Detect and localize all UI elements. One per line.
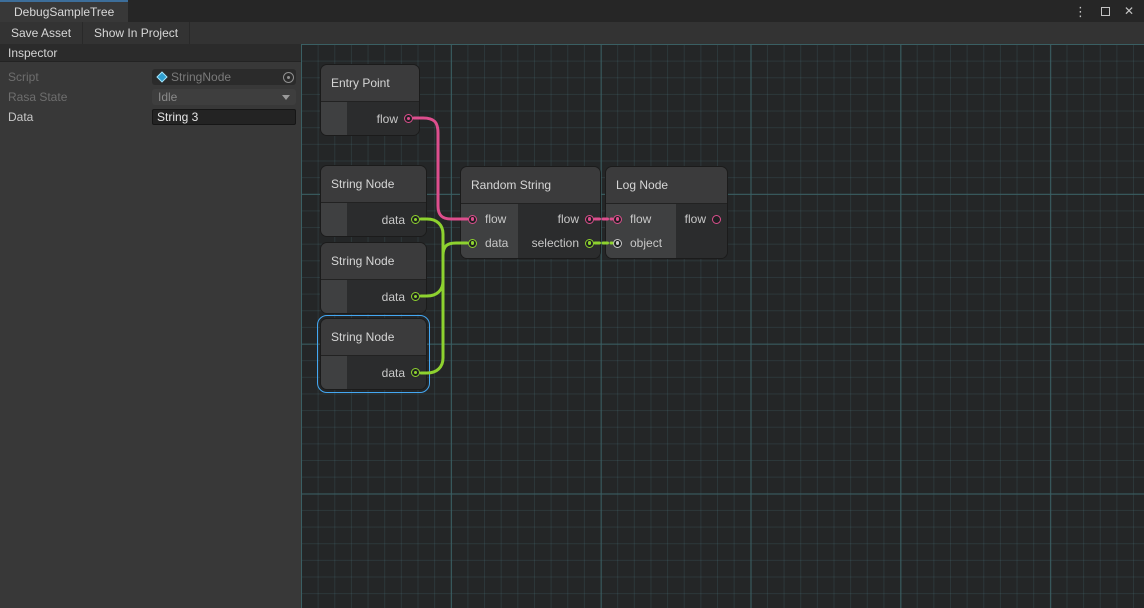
node-title: String Node	[321, 319, 426, 356]
script-object-field[interactable]: StringNode	[152, 69, 296, 85]
toolbar: Save Asset Show In Project	[0, 22, 1144, 44]
data-output-port[interactable]	[411, 215, 420, 224]
node-title: String Node	[321, 243, 426, 280]
rasa-state-row: Rasa State Idle	[0, 87, 301, 107]
node-output-container: data	[347, 203, 426, 236]
script-row: Script StringNode	[0, 67, 301, 87]
flow-input-port[interactable]	[468, 215, 477, 224]
flow-output-port-unconnected[interactable]	[712, 215, 721, 224]
edge-string3-to-random-data[interactable]	[421, 243, 467, 373]
selection-output-port[interactable]	[585, 239, 594, 248]
inspector-header: Inspector	[0, 44, 301, 62]
data-label: Data	[8, 110, 152, 124]
node-log[interactable]: Log Node flow object flow	[605, 166, 728, 259]
node-input-container	[321, 102, 347, 135]
node-title-text: String Node	[331, 330, 394, 344]
node-random-string[interactable]: Random String flow data flow	[460, 166, 601, 259]
flow-output-port[interactable]	[404, 114, 413, 123]
port-label: flow	[630, 212, 651, 226]
script-icon	[156, 71, 167, 82]
node-string-1[interactable]: String Node data	[320, 165, 427, 237]
graph-canvas[interactable]: Entry Point flow String Node data	[301, 44, 1144, 608]
port-label: data	[382, 366, 405, 380]
port-dot	[616, 217, 620, 221]
rasa-state-label: Rasa State	[8, 90, 152, 104]
data-output-port[interactable]	[411, 368, 420, 377]
node-output-container: flow	[676, 204, 727, 258]
node-input-container	[321, 356, 347, 389]
script-value: StringNode	[171, 70, 231, 84]
node-title: Random String	[461, 167, 600, 204]
kebab-menu-icon[interactable]: ⋮	[1074, 5, 1087, 18]
port-label: flow	[685, 212, 706, 226]
tab-debugsampletree[interactable]: DebugSampleTree	[0, 0, 128, 22]
port-dot	[616, 241, 620, 245]
data-row: Data	[0, 107, 301, 127]
rasa-state-value: Idle	[158, 90, 177, 104]
inspector-title: Inspector	[8, 46, 57, 60]
editor-window: DebugSampleTree ⋮ ✕ Save Asset Show In P…	[0, 0, 1144, 608]
script-label: Script	[8, 70, 152, 84]
port-label: flow	[558, 212, 579, 226]
object-input-port[interactable]	[613, 239, 622, 248]
tab-title: DebugSampleTree	[14, 5, 114, 19]
node-input-container	[321, 280, 347, 313]
port-label: data	[382, 213, 405, 227]
node-output-container: flow	[347, 102, 419, 135]
port-label: flow	[377, 112, 398, 126]
node-title-text: String Node	[331, 254, 394, 268]
port-label: selection	[532, 236, 579, 250]
node-title-text: Log Node	[616, 178, 668, 192]
save-asset-button[interactable]: Save Asset	[0, 22, 83, 44]
node-title-text: Entry Point	[331, 76, 390, 90]
node-output-container: data	[347, 280, 426, 313]
node-string-2[interactable]: String Node data	[320, 242, 427, 314]
edge-layer	[301, 44, 1144, 608]
node-title: Log Node	[606, 167, 727, 204]
data-input-port[interactable]	[468, 239, 477, 248]
node-input-container: flow object	[606, 204, 676, 258]
object-picker-icon[interactable]	[283, 72, 294, 83]
node-output-container: data	[347, 356, 426, 389]
port-dot	[414, 295, 418, 299]
node-title-text: String Node	[331, 177, 394, 191]
port-dot	[588, 241, 592, 245]
port-label: flow	[485, 212, 506, 226]
close-icon[interactable]: ✕	[1124, 5, 1134, 17]
inspector-panel: Inspector Script StringNode Rasa State I…	[0, 44, 301, 608]
port-dot	[414, 218, 418, 222]
maximize-icon[interactable]	[1101, 7, 1110, 16]
dropdown-arrow-icon	[282, 95, 290, 100]
node-title-text: Random String	[471, 178, 551, 192]
port-dot	[414, 371, 418, 375]
data-output-port[interactable]	[411, 292, 420, 301]
node-string-3-selected[interactable]: String Node data	[320, 318, 427, 390]
node-entry-point[interactable]: Entry Point flow	[320, 64, 420, 136]
port-dot	[588, 217, 592, 221]
flow-output-port[interactable]	[585, 215, 594, 224]
port-dot	[471, 217, 475, 221]
node-title: Entry Point	[321, 65, 419, 102]
port-dot	[471, 241, 475, 245]
node-output-container: flow selection	[518, 204, 600, 258]
node-title: String Node	[321, 166, 426, 203]
node-input-container	[321, 203, 347, 236]
rasa-state-dropdown[interactable]: Idle	[152, 89, 296, 105]
port-label: data	[382, 290, 405, 304]
flow-input-port[interactable]	[613, 215, 622, 224]
node-input-container: flow data	[461, 204, 518, 258]
port-dot	[407, 117, 411, 121]
port-label: object	[630, 236, 662, 250]
show-in-project-button[interactable]: Show In Project	[83, 22, 190, 44]
tab-bar: DebugSampleTree ⋮ ✕	[0, 0, 1144, 22]
window-controls: ⋮ ✕	[1074, 0, 1144, 22]
port-label: data	[485, 236, 508, 250]
data-input[interactable]	[152, 109, 296, 125]
inspector-rows: Script StringNode Rasa State Idle	[0, 62, 301, 127]
